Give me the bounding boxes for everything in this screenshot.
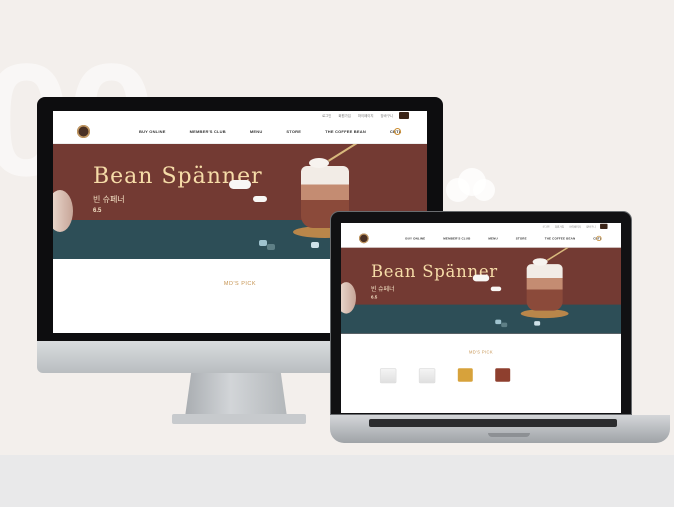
laptop-notch — [488, 433, 530, 437]
topbar-link[interactable]: 로그인 — [542, 224, 549, 228]
laptop-lid: 로그인 회원가입 마이페이지 장바구니 BUY ONLINE MEMBER'S … — [330, 211, 632, 415]
menu-item[interactable]: MENU — [250, 129, 263, 134]
logo-icon[interactable] — [77, 125, 90, 138]
cream-topping — [309, 158, 329, 168]
cloud-icon — [253, 196, 267, 202]
menu-item[interactable]: STORE — [516, 236, 527, 240]
coffee-cup-image — [526, 264, 563, 311]
product-row — [341, 355, 621, 384]
product-thumbnail[interactable] — [418, 368, 436, 384]
spoon-image — [328, 144, 363, 162]
cart-icon[interactable] — [600, 223, 608, 229]
hero-date: 6.5 — [370, 295, 378, 301]
topbar-link[interactable]: 회원가입 — [555, 224, 564, 228]
hero-subtitle: 빈 슈페너 — [93, 195, 125, 204]
cream-topping — [532, 258, 548, 266]
imac-base — [172, 414, 306, 424]
menu-item[interactable]: MEMBER'S CLUB — [443, 236, 470, 240]
menu-list: BUY ONLINE MEMBER'S CLUB MENU STORE THE … — [405, 236, 601, 240]
menu-item[interactable]: BUY ONLINE — [405, 236, 425, 240]
laptop-keyboard — [369, 419, 617, 427]
logo-icon[interactable] — [358, 233, 369, 244]
cart-icon[interactable] — [399, 112, 409, 119]
decorative-gems — [495, 319, 502, 325]
cloud-icon — [446, 168, 495, 202]
cloud-icon — [229, 180, 251, 189]
laptop-screen: 로그인 회원가입 마이페이지 장바구니 BUY ONLINE MEMBER'S … — [341, 223, 621, 413]
search-icon[interactable] — [596, 235, 602, 241]
topbar-link[interactable]: 장바구니 — [381, 113, 393, 118]
product-thumbnail[interactable] — [457, 368, 473, 382]
topbar-link[interactable]: 마이페이지 — [569, 224, 581, 228]
top-utility-bar: 로그인 회원가입 마이페이지 장바구니 — [53, 111, 427, 120]
hero-date: 6.5 — [93, 208, 102, 214]
hero-table-surface — [341, 304, 621, 334]
menu-item[interactable]: THE COFFEE BEAN — [325, 129, 366, 134]
menu-item[interactable]: STORE — [286, 129, 301, 134]
hero-banner[interactable]: Bean Spänner 빈 슈페너 6.5 — [341, 247, 621, 334]
main-nav: BUY ONLINE MEMBER'S CLUB MENU STORE THE … — [341, 230, 621, 248]
imac-stand — [185, 373, 287, 417]
cloud-icon — [472, 274, 490, 282]
spoon-image — [546, 247, 574, 261]
product-thumbnail[interactable] — [379, 368, 397, 384]
menu-item[interactable]: BUY ONLINE — [139, 129, 166, 134]
menu-item[interactable]: MENU — [488, 236, 497, 240]
topbar-link[interactable]: 회원가입 — [338, 113, 350, 118]
topbar-link[interactable]: 로그인 — [322, 113, 331, 118]
section-title: MD'S PICK — [468, 350, 494, 355]
cloud-icon — [490, 286, 502, 292]
topbar-link[interactable]: 마이페이지 — [358, 113, 374, 118]
topbar-link[interactable]: 장바구니 — [586, 224, 595, 228]
top-utility-bar: 로그인 회원가입 마이페이지 장바구니 — [341, 223, 621, 230]
product-thumbnail[interactable] — [495, 368, 511, 382]
search-icon[interactable] — [394, 128, 401, 135]
floor-surface — [0, 455, 674, 507]
menu-item[interactable]: MEMBER'S CLUB — [190, 129, 226, 134]
website: 로그인 회원가입 마이페이지 장바구니 BUY ONLINE MEMBER'S … — [341, 223, 621, 384]
menu-list: BUY ONLINE MEMBER'S CLUB MENU STORE THE … — [139, 129, 401, 134]
hero-subtitle: 빈 슈페너 — [370, 285, 395, 293]
main-nav: BUY ONLINE MEMBER'S CLUB MENU STORE THE … — [53, 120, 427, 144]
menu-item[interactable]: THE COFFEE BEAN — [545, 236, 576, 240]
decorative-gems — [259, 240, 267, 246]
